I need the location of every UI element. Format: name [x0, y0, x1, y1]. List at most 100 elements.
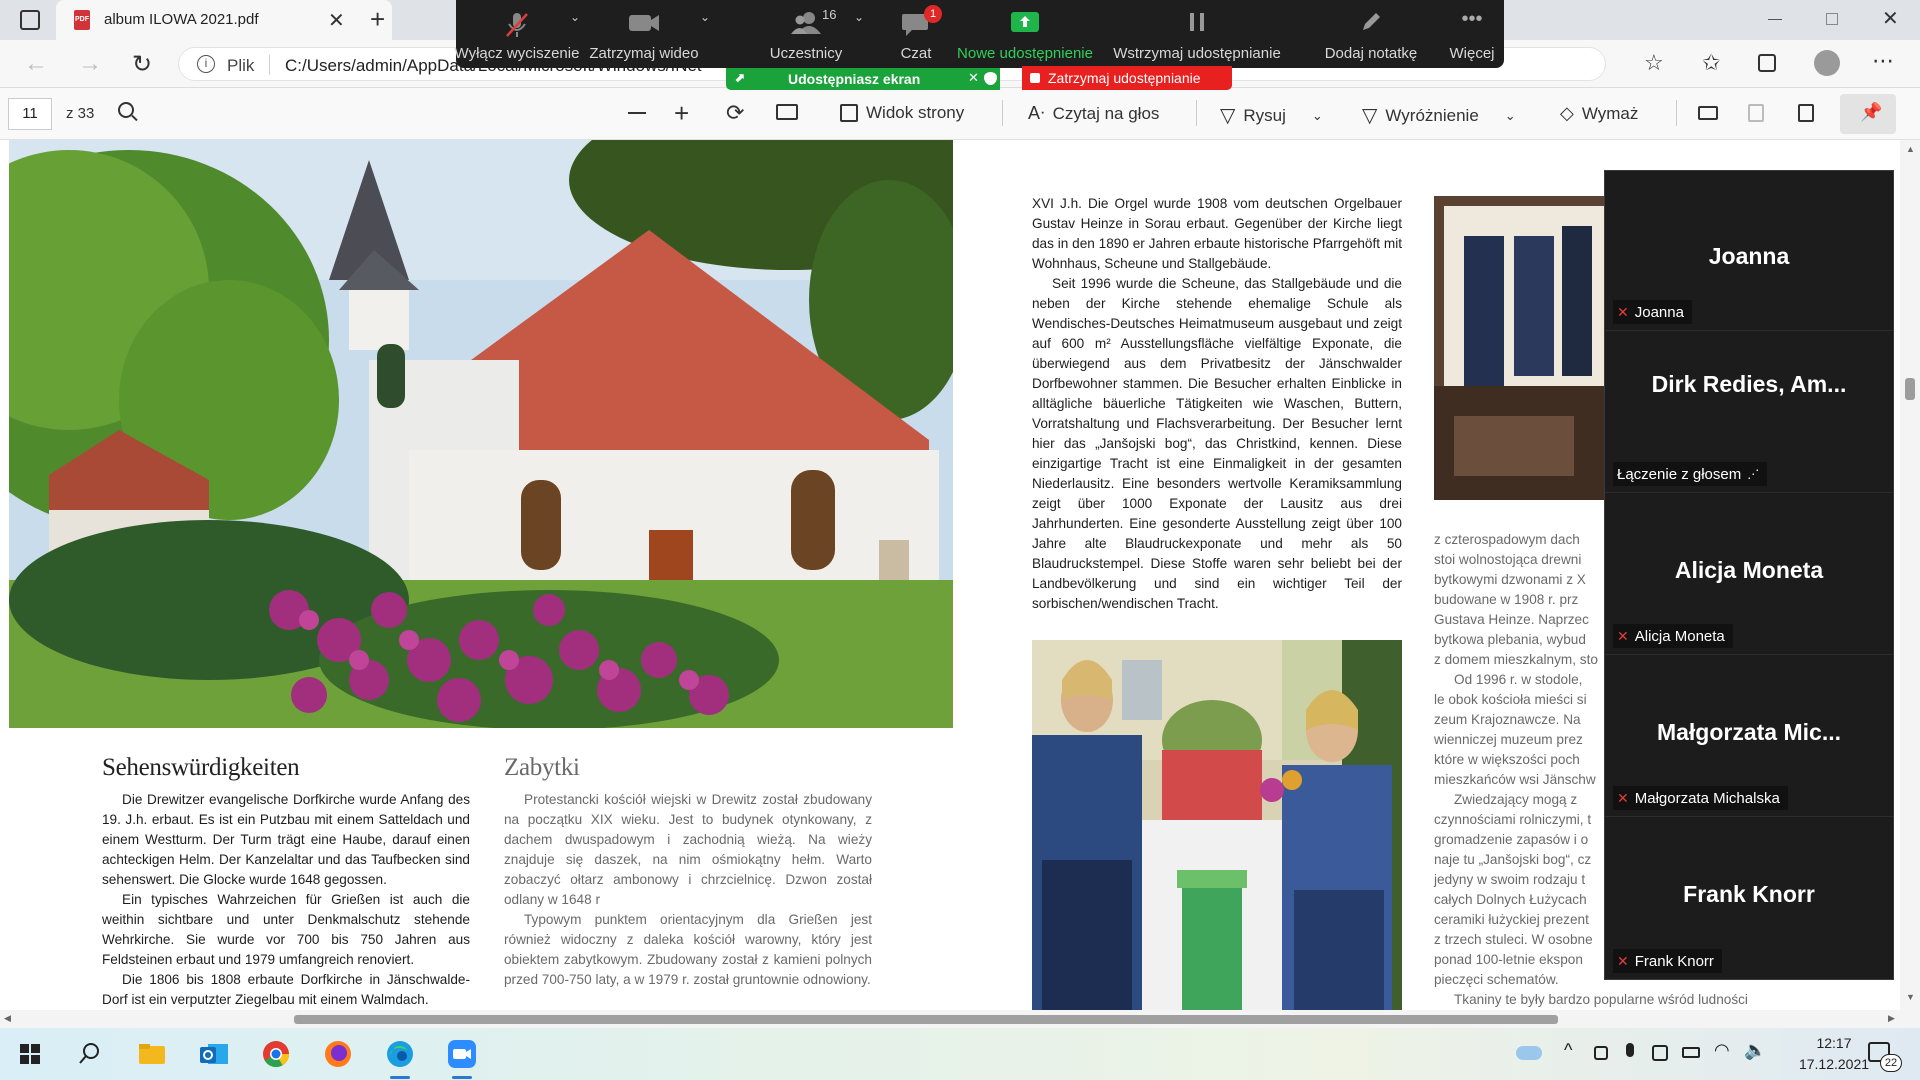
profile-avatar[interactable] — [1814, 50, 1840, 76]
forward-icon[interactable]: → — [78, 50, 102, 78]
print-icon[interactable] — [1698, 106, 1718, 120]
erase-button[interactable]: ◇ Wymaż — [1560, 103, 1638, 124]
save-icon — [1748, 104, 1764, 122]
scroll-down-icon[interactable]: ▼ — [1906, 992, 1915, 1002]
favorites-icon[interactable]: ✩ — [1702, 50, 1720, 76]
participants-chevron-icon[interactable]: ⌄ — [854, 10, 864, 24]
chevron-down-icon[interactable]: ⌄ — [1505, 108, 1516, 124]
outlook-icon[interactable] — [198, 1038, 230, 1070]
chat-button[interactable]: Czat — [876, 0, 956, 68]
vertical-scrollbar[interactable]: ▲ ▼ — [1900, 140, 1920, 1010]
pl-text-column: Protestancki kościół wiejski w Drewitz z… — [504, 790, 872, 990]
zoom-in-icon[interactable]: + — [674, 98, 689, 128]
annotate-button[interactable]: Dodaj notatkę — [1316, 0, 1426, 68]
muted-mic-icon: ✕ — [1617, 789, 1629, 806]
participant-tile[interactable]: Frank Knorr ✕ Frank Knorr — [1605, 819, 1893, 979]
wifi-icon[interactable]: ◠ — [1714, 1040, 1730, 1061]
refresh-icon[interactable]: ↻ — [132, 50, 152, 79]
show-hidden-icons-chevron-icon[interactable]: ^ — [1564, 1040, 1572, 1061]
clock-date[interactable]: 17.12.2021 — [1792, 1056, 1876, 1072]
favorites-add-icon[interactable]: ☆ — [1644, 50, 1664, 76]
participant-name: Alicja Moneta — [1674, 557, 1824, 583]
browser-tab[interactable]: PDF album ILOWA 2021.pdf ✕ — [56, 0, 392, 40]
meet-now-icon[interactable] — [1594, 1046, 1608, 1060]
participant-tile[interactable]: Małgorzata Mic... ✕ Małgorzata Michalska — [1605, 657, 1893, 817]
participant-tile[interactable]: Alicja Moneta ✕ Alicja Moneta — [1605, 495, 1893, 655]
scroll-thumb[interactable] — [1905, 378, 1915, 400]
video-options-chevron-icon[interactable]: ⌄ — [700, 10, 710, 24]
participants-icon — [789, 10, 823, 36]
chevron-down-icon[interactable]: ⌄ — [1312, 108, 1323, 124]
participant-tag: ✕ Frank Knorr — [1613, 949, 1722, 973]
page-view-button[interactable]: Widok strony — [840, 103, 964, 123]
read-aloud-icon: Aᐧ — [1028, 103, 1045, 123]
pin-toolbar-button[interactable]: 📌 — [1840, 94, 1896, 134]
scroll-up-icon[interactable]: ▲ — [1906, 144, 1915, 154]
participant-name: Dirk Redies, Am... — [1651, 371, 1847, 397]
info-icon[interactable]: i — [197, 55, 215, 73]
horizontal-scrollbar[interactable]: ◀ ▶ — [0, 1010, 1920, 1028]
highlight-button[interactable]: ▽ Wyróżnienie ⌄ — [1362, 103, 1516, 128]
microphone-icon[interactable] — [1626, 1043, 1634, 1057]
stop-video-button[interactable]: Zatrzymaj wideo — [580, 0, 708, 68]
unmute-button[interactable]: Wyłącz wyciszenie — [455, 0, 579, 68]
zoom-active-indicator — [452, 1076, 472, 1079]
participant-tag: ✕ Małgorzata Michalska — [1613, 786, 1788, 810]
church-photo — [9, 140, 953, 728]
volume-icon[interactable]: 🔈 — [1744, 1040, 1766, 1061]
file-explorer-icon[interactable] — [136, 1038, 168, 1070]
windows-taskbar: ^ ◠ 🔈 12:17 17.12.2021 22 — [0, 1028, 1920, 1080]
save-as-icon[interactable] — [1798, 104, 1814, 122]
pause-icon — [1185, 10, 1209, 34]
pause-share-button[interactable]: Wstrzymaj udostępnianie — [1113, 0, 1281, 68]
windows-start-icon[interactable] — [14, 1038, 46, 1070]
participant-name: Frank Knorr — [1683, 881, 1815, 907]
battery-icon[interactable] — [1682, 1047, 1700, 1058]
screen-share-tray-icon[interactable] — [1652, 1045, 1668, 1061]
settings-more-icon[interactable]: ⋯ — [1872, 48, 1894, 74]
sharing-icon: ⬈ — [734, 70, 745, 85]
highlight-icon: ▽ — [1362, 105, 1378, 127]
h-scroll-thumb[interactable] — [294, 1015, 1558, 1024]
new-share-button[interactable]: Nowe udostępnienie — [957, 0, 1093, 68]
back-icon[interactable]: ← — [24, 50, 48, 78]
divider — [269, 55, 270, 75]
new-tab-icon[interactable]: + — [370, 4, 385, 35]
zoom-app-icon[interactable] — [446, 1038, 478, 1070]
mute-options-chevron-icon[interactable]: ⌄ — [570, 10, 580, 24]
rotate-icon[interactable]: ⟳ — [726, 100, 744, 126]
restore-icon[interactable] — [1826, 13, 1838, 25]
museum-photo — [1434, 196, 1606, 500]
onedrive-icon[interactable] — [1516, 1046, 1542, 1060]
tab-actions-icon[interactable] — [20, 10, 40, 30]
collections-icon[interactable] — [1758, 54, 1776, 72]
pl-section-title: Zabytki — [504, 754, 580, 781]
participants-button[interactable]: Uczestnicy — [752, 0, 860, 68]
zoom-out-icon[interactable] — [628, 112, 646, 114]
scroll-left-icon[interactable]: ◀ — [4, 1013, 11, 1024]
chrome-icon[interactable] — [260, 1038, 292, 1070]
tab-close-icon[interactable]: ✕ — [328, 8, 345, 33]
scroll-right-icon[interactable]: ▶ — [1888, 1013, 1895, 1024]
stop-share-button[interactable]: Zatrzymaj udostępnianie — [1022, 66, 1232, 90]
minimize-icon[interactable] — [1768, 19, 1782, 20]
page-number-input[interactable]: 11 — [8, 98, 52, 130]
clock-time[interactable]: 12:17 — [1792, 1035, 1876, 1051]
eraser-icon: ◇ — [1560, 103, 1574, 123]
firefox-icon[interactable] — [322, 1038, 354, 1070]
edge-icon[interactable] — [384, 1038, 416, 1070]
search-icon[interactable] — [74, 1038, 106, 1070]
video-camera-icon — [627, 10, 661, 36]
pl-paragraph: Typowym punktem orientacyjnym dla Grieße… — [504, 912, 872, 987]
participant-tile[interactable]: Joanna ✕ Joanna — [1605, 171, 1893, 331]
divider — [1196, 100, 1197, 126]
participant-tile[interactable]: Dirk Redies, Am... Łączenie z głosem ⋰ — [1605, 333, 1893, 493]
muted-mic-icon: ✕ — [1617, 952, 1629, 969]
read-aloud-button[interactable]: Aᐧ Czytaj na głos — [1028, 103, 1159, 124]
fit-page-icon[interactable] — [776, 104, 798, 120]
close-window-icon[interactable]: ✕ — [1882, 6, 1899, 31]
page-total: z 33 — [66, 105, 95, 122]
more-button[interactable]: ••• Więcej — [1446, 0, 1498, 68]
de-section-title: Sehenswürdigkeiten — [102, 754, 300, 781]
draw-button[interactable]: ▽ Rysuj ⌄ — [1220, 103, 1323, 128]
